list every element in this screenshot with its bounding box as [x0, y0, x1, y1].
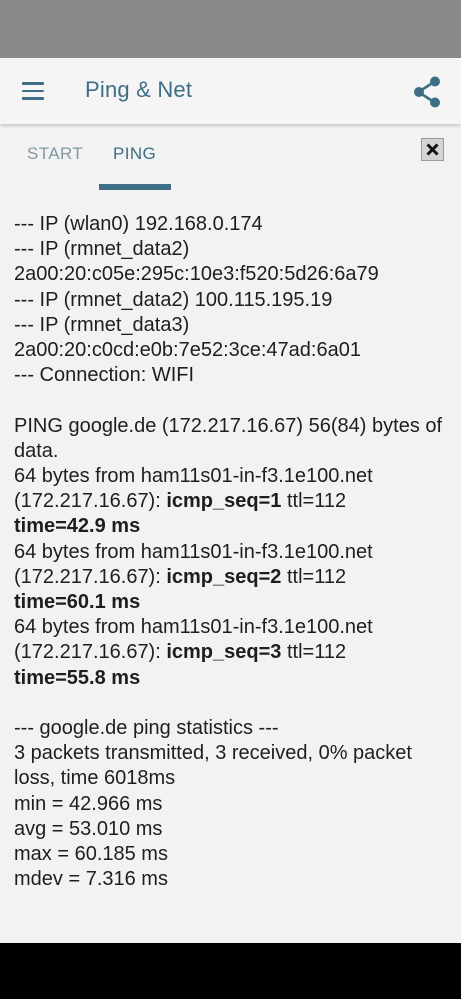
app-bar: Ping & Net [0, 58, 461, 124]
reply-ttl: ttl=112 [281, 490, 347, 513]
reply-seq: icmp_seq=1 [166, 490, 282, 513]
stat-max: max = 60.185 ms [14, 843, 168, 866]
statistics-summary: 3 packets transmitted, 3 received, 0% pa… [14, 742, 412, 790]
ping-reply: 64 bytes from ham11s01-in-f3.1e100.net (… [14, 615, 450, 691]
ping-reply: 64 bytes from ham11s01-in-f3.1e100.net (… [14, 464, 450, 540]
active-tab-indicator [99, 184, 171, 190]
stat-mdev: mdev = 7.316 ms [14, 868, 168, 891]
navigation-bar [0, 943, 461, 999]
tab-bar: START PING [0, 124, 461, 190]
ip-rmnet-data2-ipv6: 2a00:20:c05e:295c:10e3:f520:5d26:6a79 [14, 263, 379, 286]
reply-detail: (172.217.16.67): icmp_seq=1 ttl=112 [14, 489, 450, 514]
reply-ip: (172.217.16.67): [14, 490, 167, 513]
ping-reply: 64 bytes from ham11s01-in-f3.1e100.net (… [14, 540, 450, 616]
ping-output: --- IP (wlan0) 192.168.0.174 --- IP (rmn… [14, 212, 450, 892]
stat-min: min = 42.966 ms [14, 792, 163, 815]
tab-start[interactable]: START [27, 144, 83, 164]
status-bar [0, 0, 461, 58]
reply-from: 64 bytes from ham11s01-in-f3.1e100.net [14, 616, 373, 639]
reply-seq: icmp_seq=3 [166, 641, 282, 664]
tab-ping[interactable]: PING [113, 144, 156, 164]
statistics-header: --- google.de ping statistics --- [14, 717, 279, 740]
reply-detail: (172.217.16.67): icmp_seq=2 ttl=112 [14, 565, 450, 590]
ip-rmnet-data2-ipv4-line: --- IP (rmnet_data2) 100.115.195.19 [14, 288, 333, 311]
reply-detail: (172.217.16.67): icmp_seq=3 ttl=112 [14, 640, 450, 665]
ping-header: PING google.de (172.217.16.67) 56(84) by… [14, 414, 443, 462]
reply-time: time=42.9 ms [14, 515, 141, 538]
reply-ttl: ttl=112 [281, 641, 347, 664]
reply-from: 64 bytes from ham11s01-in-f3.1e100.net [14, 540, 373, 563]
reply-ip: (172.217.16.67): [14, 641, 167, 664]
hamburger-menu-icon[interactable] [14, 72, 52, 110]
ip-wlan0-line: --- IP (wlan0) 192.168.0.174 [14, 213, 263, 235]
reply-from: 64 bytes from ham11s01-in-f3.1e100.net [14, 465, 373, 488]
ip-rmnet-data3-ipv6: 2a00:20:c0cd:e0b:7e52:3ce:47ad:6a01 [14, 339, 361, 362]
app-title: Ping & Net [85, 77, 193, 102]
reply-time: time=60.1 ms [14, 591, 141, 614]
reply-ip: (172.217.16.67): [14, 565, 167, 588]
connection-line: --- Connection: WIFI [14, 364, 195, 387]
reply-ttl: ttl=112 [281, 565, 347, 588]
ip-rmnet-data2-header: --- IP (rmnet_data2) [14, 238, 190, 261]
reply-time: time=55.8 ms [14, 666, 141, 689]
close-x-icon[interactable] [421, 138, 444, 161]
stat-avg: avg = 53.010 ms [14, 817, 163, 840]
share-icon[interactable] [408, 72, 448, 112]
reply-seq: icmp_seq=2 [166, 565, 282, 588]
ip-rmnet-data3-header: --- IP (rmnet_data3) [14, 313, 190, 336]
